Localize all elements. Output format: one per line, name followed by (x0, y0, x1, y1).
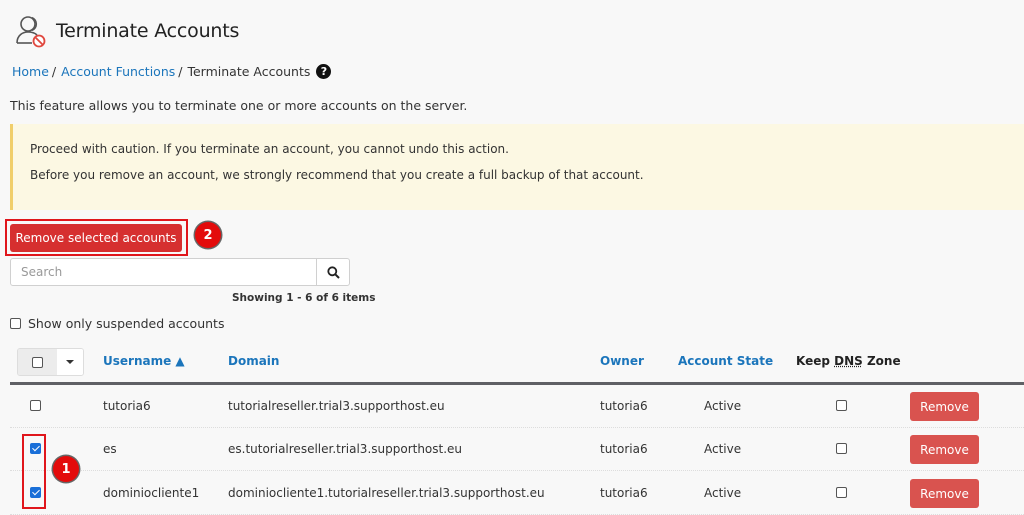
caret-down-icon (66, 360, 74, 364)
annotation-step-1-badge: 1 (53, 456, 79, 482)
row-domain: tutorialreseller.trial3.supporthost.eu (228, 399, 445, 413)
column-header-owner[interactable]: Owner (600, 354, 644, 368)
column-header-username[interactable]: Username ▲ (103, 354, 185, 368)
search-icon (326, 265, 340, 279)
question-circle-icon[interactable]: ? (316, 64, 332, 79)
breadcrumb-account-functions[interactable]: Account Functions (61, 64, 175, 79)
search-input[interactable] (11, 259, 316, 285)
table-header: Username ▲ Domain Owner Account State Ke… (10, 346, 1024, 382)
breadcrumb: Home / Account Functions / Terminate Acc… (12, 64, 332, 79)
table-row: tutoria6 tutorialreseller.trial3.support… (10, 385, 1024, 428)
pagination-summary: Showing 1 - 6 of 6 items (232, 292, 376, 304)
feature-description: This feature allows you to terminate one… (10, 98, 468, 113)
dns-abbreviation: DNS (834, 354, 863, 368)
search-bar (10, 258, 350, 286)
warning-callout: Proceed with caution. If you terminate a… (10, 124, 1024, 210)
row-domain: dominiocliente1.tutorialreseller.trial3.… (228, 486, 545, 500)
page-title: Terminate Accounts (56, 20, 240, 42)
suspended-only-checkbox[interactable] (10, 318, 21, 329)
remove-account-button[interactable]: Remove (910, 479, 979, 508)
column-header-account-state[interactable]: Account State (678, 354, 773, 368)
row-select-checkbox[interactable] (30, 400, 41, 411)
search-button[interactable] (316, 259, 349, 285)
page-header: Terminate Accounts (13, 13, 239, 49)
suspended-filter[interactable]: Show only suspended accounts (10, 316, 224, 331)
row-username: dominiocliente1 (103, 486, 200, 500)
remove-account-button[interactable]: Remove (910, 435, 979, 464)
row-owner: tutoria6 (600, 442, 648, 456)
select-all-checkbox-wrapper[interactable] (18, 349, 57, 375)
row-owner: tutoria6 (600, 399, 648, 413)
table-row: es es.tutorialreseller.trial3.supporthos… (10, 428, 1024, 471)
row-username: tutoria6 (103, 399, 151, 413)
remove-selected-accounts-button[interactable]: Remove selected accounts (10, 224, 182, 252)
breadcrumb-separator: / (178, 64, 183, 79)
select-all-control (17, 348, 84, 376)
keep-dns-checkbox[interactable] (836, 443, 847, 454)
keep-dns-suffix: Zone (862, 354, 901, 368)
select-all-checkbox[interactable] (32, 356, 43, 368)
row-owner: tutoria6 (600, 486, 648, 500)
annotation-step-2-badge: 2 (195, 222, 221, 248)
row-account-state: Active (704, 442, 742, 456)
user-terminate-icon (16, 16, 46, 48)
keep-dns-checkbox[interactable] (836, 487, 847, 498)
column-header-domain[interactable]: Domain (228, 354, 279, 368)
keep-dns-checkbox[interactable] (836, 400, 847, 411)
annotation-highlight-box (22, 434, 46, 509)
warning-line-1: Proceed with caution. If you terminate a… (30, 142, 509, 156)
row-account-state: Active (704, 486, 742, 500)
row-username: es (103, 442, 117, 456)
breadcrumb-current: Terminate Accounts (187, 64, 311, 79)
column-header-keep-dns-zone: Keep DNS Zone (796, 354, 901, 368)
table-row: dominiocliente1 dominiocliente1.tutorial… (10, 472, 1024, 515)
breadcrumb-home[interactable]: Home (12, 64, 49, 79)
remove-account-button[interactable]: Remove (910, 392, 979, 421)
keep-dns-prefix: Keep (796, 354, 835, 368)
row-account-state: Active (704, 399, 742, 413)
row-domain: es.tutorialreseller.trial3.supporthost.e… (228, 442, 463, 456)
warning-line-2: Before you remove an account, we strongl… (30, 168, 644, 182)
breadcrumb-separator: / (51, 64, 57, 79)
suspended-only-label: Show only suspended accounts (28, 316, 225, 331)
select-options-dropdown[interactable] (57, 349, 83, 375)
